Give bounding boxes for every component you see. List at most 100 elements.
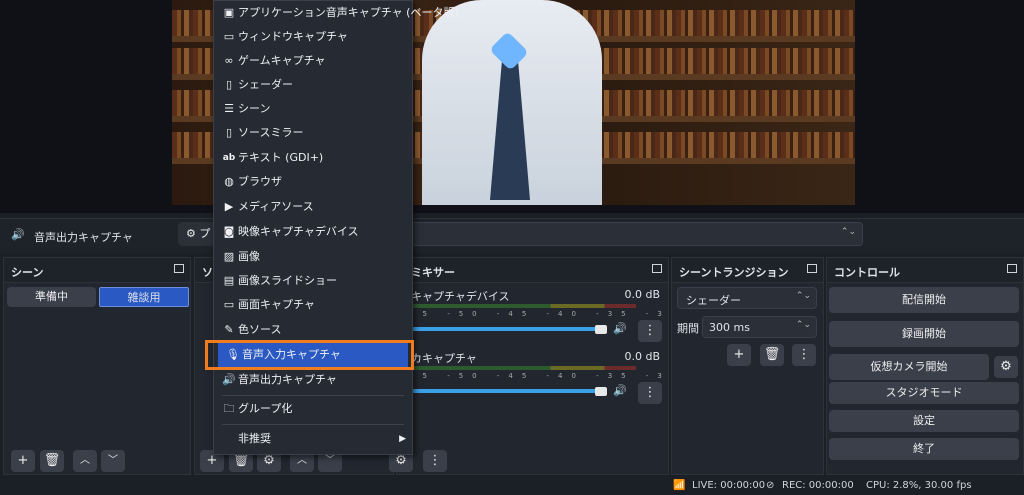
properties-label: プ: [199, 227, 211, 240]
kebab-menu-icon[interactable]: ⋮: [638, 320, 662, 342]
menu-item-label: 非推奨: [238, 432, 271, 445]
file-icon: ▯: [225, 126, 233, 139]
move-up-icon[interactable]: ︿: [73, 450, 97, 472]
studio-mode-button[interactable]: スタジオモード: [829, 382, 1019, 404]
add-source-menu: ▣ アプリケーション音声キャプチャ (ベータ版) ▭ ウィンドウキャプチャ ∞ ゲーム…: [213, 0, 459, 455]
transitions-title: シーントランジション: [679, 266, 789, 279]
gear-icon[interactable]: ⚙: [994, 356, 1018, 378]
status-bar: 📶 LIVE: 00:00:00 ⊘ REC: 00:00:00 CPU: 2.…: [0, 477, 1024, 495]
remove-transition-icon[interactable]: 🗑: [760, 344, 784, 366]
controls-header: コントロール: [827, 258, 1023, 283]
monitor-icon: ▭: [223, 298, 235, 311]
start-virtual-camera-button[interactable]: 仮想カメラ開始: [829, 354, 989, 380]
transitions-header: シーントランジション: [672, 258, 823, 283]
mixer-header: ミキサー: [397, 258, 668, 283]
volume-slider[interactable]: [411, 389, 607, 393]
transition-menu-icon[interactable]: ⋮: [792, 344, 816, 366]
signal-icon: 📶: [673, 480, 686, 491]
mixer-channel-db: 0.0 dB: [624, 288, 660, 301]
scene-item[interactable]: 準備中: [7, 287, 96, 307]
rec-timer: REC: 00:00:00: [782, 480, 854, 491]
controls-title: コントロール: [834, 266, 900, 279]
menu-item-label: テキスト (GDI+): [238, 151, 324, 164]
mixer-dock: ミキサー キャプチャデバイス 0.0 dB -5 -50 -45 -40 -35…: [389, 257, 935, 475]
scenes-dock: シーン 準備中 雑談用 + 🗑 ︿ ﹀: [3, 257, 191, 475]
volume-knob[interactable]: [595, 325, 607, 334]
kebab-menu-icon[interactable]: ⋮: [638, 382, 662, 404]
menu-item-label: 画像: [238, 250, 260, 263]
highlight-box: [205, 340, 414, 370]
start-recording-button[interactable]: 録画開始: [829, 321, 1019, 347]
list-icon: ☰: [224, 102, 234, 115]
menu-item[interactable]: ✎ 色ソース: [214, 318, 412, 342]
image-icon: ▨: [223, 250, 235, 263]
speaker-icon[interactable]: 🔊: [613, 322, 627, 335]
volume-knob[interactable]: [595, 387, 607, 396]
menu-item[interactable]: ▤ 画像スライドショー: [214, 269, 412, 293]
menu-item-group[interactable]: 🗀 グループ化: [214, 397, 412, 421]
duration-spinbox[interactable]: 300 ms ⌃⌄: [702, 316, 817, 338]
menu-item[interactable]: ▨ 画像: [214, 245, 412, 269]
menu-item[interactable]: ▯ ソースミラー: [214, 121, 412, 145]
mixer-channel-db: 0.0 dB: [624, 350, 660, 363]
menu-item[interactable]: ◍ ブラウザ: [214, 170, 412, 194]
move-down-icon[interactable]: ﹀: [101, 450, 125, 472]
menu-item-label: 色ソース: [238, 323, 282, 336]
menu-item-label: 画面キャプチャ: [238, 298, 315, 311]
mixer-menu-icon[interactable]: ⋮: [423, 450, 447, 472]
menu-item[interactable]: ▭ ウィンドウキャプチャ: [214, 25, 412, 49]
start-streaming-button[interactable]: 配信開始: [829, 287, 1019, 313]
menu-item[interactable]: ab テキスト (GDI+): [214, 146, 412, 170]
file-icon: ▯: [225, 78, 233, 91]
menu-item-label: グループ化: [238, 402, 293, 415]
folder-icon: 🗀: [223, 402, 235, 415]
transitions-dock: シーントランジション シェーダー ⌃⌄ 期間 300 ms ⌃⌄ + 🗑 ⋮: [671, 257, 824, 475]
scene-item-active[interactable]: 雑談用: [99, 287, 189, 307]
add-icon[interactable]: +: [11, 450, 35, 472]
undock-icon[interactable]: [652, 264, 662, 273]
volume-meter: [411, 304, 636, 308]
mixer-channel-name: カキャプチャ: [411, 352, 477, 365]
rec-icon: ⊘: [766, 480, 775, 491]
transition-select[interactable]: シェーダー ⌃⌄: [677, 287, 817, 309]
app-audio-icon: ▣: [223, 6, 235, 19]
live-timer: LIVE: 00:00:00: [692, 480, 766, 491]
selected-source-name: 音声出力キャプチャ: [34, 231, 133, 244]
menu-item-deprecated[interactable]: 非推奨 ▶: [214, 427, 412, 451]
undock-icon[interactable]: [807, 264, 817, 273]
mixer-title: ミキサー: [411, 266, 455, 279]
volume-slider[interactable]: [411, 327, 607, 331]
menu-separator: [222, 424, 404, 425]
source-dropdown[interactable]: ⌃⌄: [410, 222, 863, 246]
menu-item-label: 映像キャプチャデバイス: [238, 225, 359, 238]
menu-item[interactable]: ▣ アプリケーション音声キャプチャ (ベータ版): [214, 1, 459, 25]
menu-item[interactable]: ▶ メディアソース: [214, 195, 412, 219]
speaker-icon[interactable]: 🔊: [613, 384, 627, 397]
trash-icon[interactable]: 🗑: [40, 450, 64, 472]
menu-item[interactable]: ∞ ゲームキャプチャ: [214, 49, 412, 73]
settings-button[interactable]: 設定: [829, 410, 1019, 432]
menu-item-label: シェーダー: [238, 78, 293, 91]
menu-item[interactable]: 🔊 音声出力キャプチャ: [214, 368, 412, 392]
menu-item-label: ブラウザ: [238, 175, 282, 188]
duration-label: 期間: [677, 322, 699, 335]
submenu-arrow-icon: ▶: [399, 434, 406, 444]
exit-button[interactable]: 終了: [829, 438, 1019, 460]
spin-arrows-icon[interactable]: ⌃⌄: [796, 320, 811, 330]
scenes-title: シーン: [11, 266, 44, 279]
menu-item-label: 音声出力キャプチャ: [238, 373, 337, 386]
menu-item-label: アプリケーション音声キャプチャ (ベータ版): [238, 6, 459, 19]
window-icon: ▭: [223, 30, 235, 43]
menu-item[interactable]: ◙ 映像キャプチャデバイス: [214, 220, 412, 244]
undock-icon[interactable]: [174, 264, 184, 273]
text-icon: ab: [222, 153, 236, 163]
speaker-icon: 🔊: [222, 373, 236, 386]
menu-item[interactable]: ▯ シェーダー: [214, 73, 412, 97]
gear-icon: ⚙: [186, 227, 196, 240]
menu-item[interactable]: ▭ 画面キャプチャ: [214, 293, 412, 317]
duration-value: 300 ms: [709, 321, 750, 334]
menu-item[interactable]: ☰ シーン: [214, 97, 412, 121]
undock-icon[interactable]: [1007, 264, 1017, 273]
chevron-updown-icon: ⌃⌄: [795, 291, 811, 301]
add-transition-icon[interactable]: +: [727, 344, 751, 366]
